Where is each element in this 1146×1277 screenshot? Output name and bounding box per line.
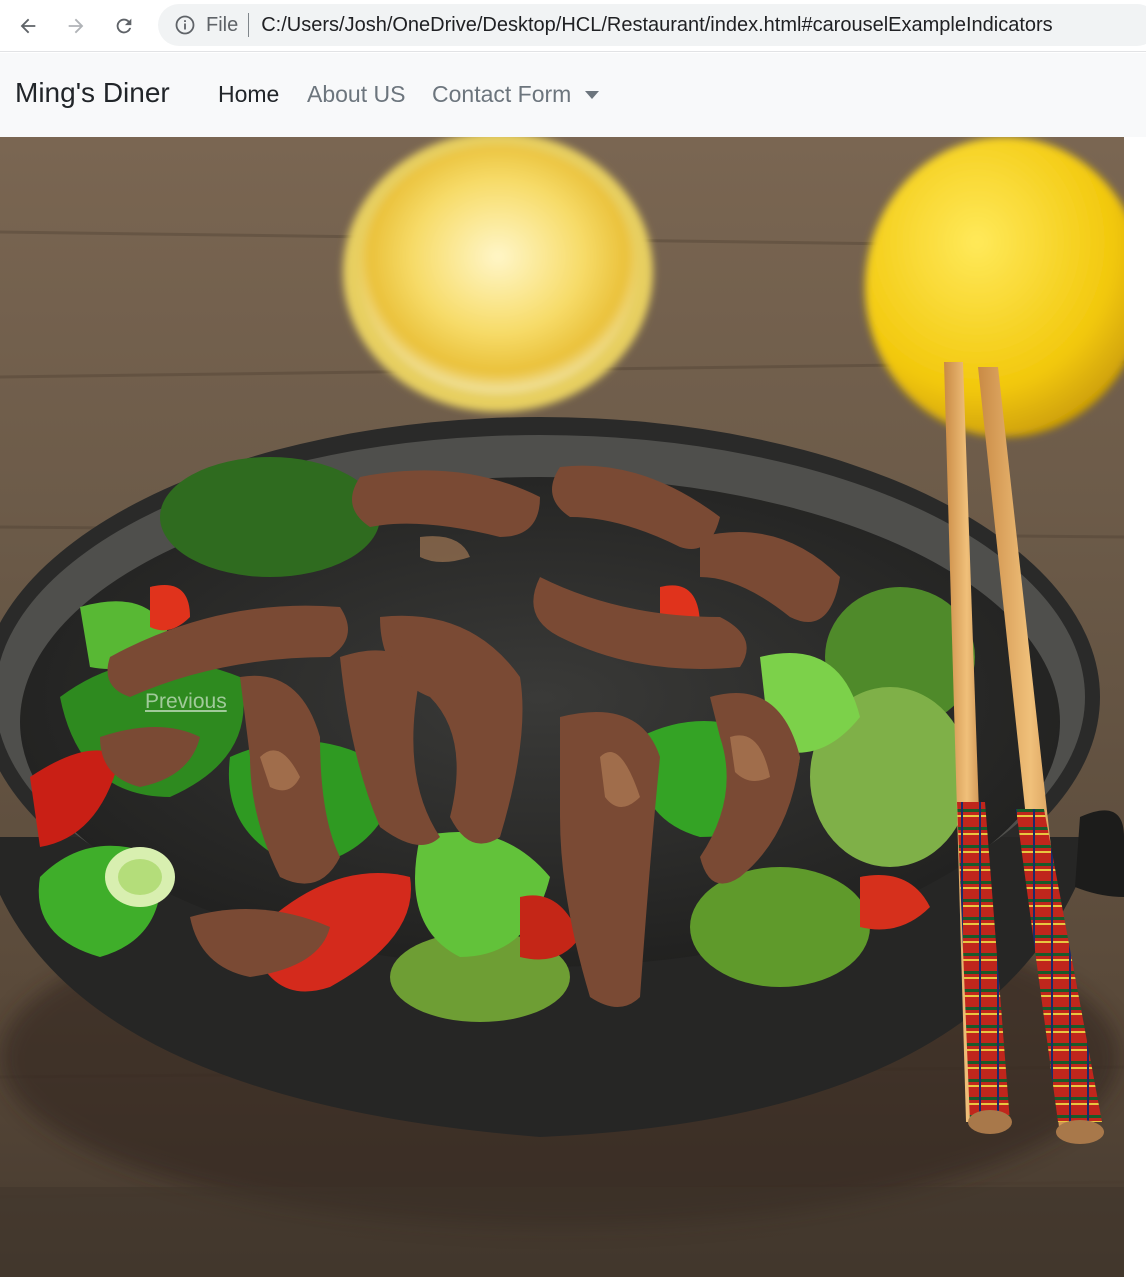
address-bar[interactable]: File C:/Users/Josh/OneDrive/Desktop/HCL/… <box>158 4 1146 46</box>
reload-icon <box>116 18 132 34</box>
scheme-label: File <box>206 13 239 36</box>
reload-button[interactable] <box>106 8 142 44</box>
url-text[interactable]: C:/Users/Josh/OneDrive/Desktop/HCL/Resta… <box>261 14 1052 37</box>
nav-link-contact-label: Contact Form <box>432 81 572 107</box>
forward-button[interactable] <box>58 8 94 44</box>
omnibox-divider <box>248 13 250 37</box>
site-navbar: Ming's Diner Home About US Contact Form <box>0 53 1146 137</box>
carousel-prev-button[interactable]: Previous <box>145 690 227 714</box>
arrow-left-icon <box>20 18 36 34</box>
navbar-brand[interactable]: Ming's Diner <box>15 77 170 109</box>
nav-link-about[interactable]: About US <box>307 81 405 108</box>
carousel: Previous <box>0 137 1124 1277</box>
nav-dropdown-contact[interactable]: Contact Form <box>432 81 600 108</box>
back-button[interactable] <box>10 8 46 44</box>
arrow-right-icon <box>68 18 84 34</box>
page-gutter <box>1124 137 1146 1277</box>
info-icon[interactable] <box>174 14 196 36</box>
browser-toolbar: File C:/Users/Josh/OneDrive/Desktop/HCL/… <box>0 0 1146 52</box>
nav-link-home[interactable]: Home <box>218 81 279 108</box>
caret-down-icon <box>585 90 600 99</box>
